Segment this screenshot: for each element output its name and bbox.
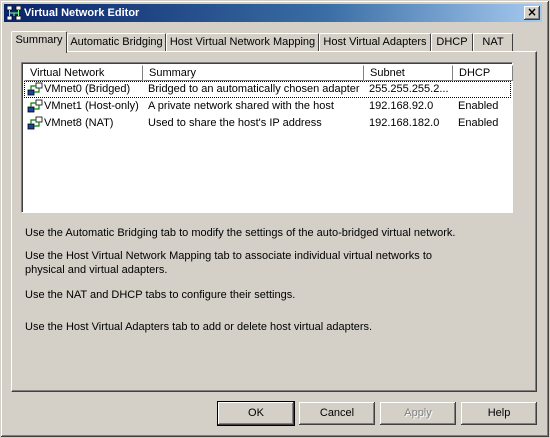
tab-label: Summary: [15, 34, 63, 46]
column-header-label: Subnet: [370, 67, 405, 79]
table-row[interactable]: VMnet8 (NAT) Used to share the host's IP…: [24, 115, 511, 132]
cell-dhcp: Enabled: [458, 117, 499, 129]
tab-label: DHCP: [436, 36, 468, 48]
cell-summary: Bridged to an automatically chosen adapt…: [148, 83, 360, 95]
tab-label: NAT: [482, 36, 504, 48]
table-row[interactable]: VMnet1 (Host-only) A private network sha…: [24, 98, 511, 115]
ok-button[interactable]: OK: [217, 401, 295, 426]
virtual-network-editor-window: Virtual Network Editor × Summary Automat…: [0, 0, 550, 438]
ok-button-label: OK: [248, 407, 264, 419]
tab-label: Automatic Bridging: [70, 36, 163, 48]
close-icon: ×: [526, 5, 538, 19]
apply-button[interactable]: Apply: [380, 402, 456, 425]
column-header-label: DHCP: [459, 67, 491, 79]
cell-virtual-network: VMnet0 (Bridged): [44, 83, 131, 95]
column-header-label: Summary: [149, 67, 197, 79]
cell-dhcp: Enabled: [458, 100, 499, 112]
cell-subnet: 192.168.92.0: [369, 100, 434, 112]
tab-dhcp[interactable]: DHCP: [431, 33, 473, 52]
cell-virtual-network: VMnet8 (NAT): [44, 117, 114, 129]
column-header-dhcp[interactable]: DHCP: [453, 65, 513, 81]
cell-subnet: 255.255.255.2...: [369, 83, 449, 95]
tab-label: Host Virtual Network Mapping: [169, 36, 316, 48]
tab-nat[interactable]: NAT: [473, 33, 513, 52]
cell-dhcp: [453, 81, 511, 98]
description-network-mapping-line2: physical and virtual adapters.: [25, 264, 168, 276]
description-nat-dhcp: Use the NAT and DHCP tabs to configure t…: [25, 289, 296, 301]
network-app-icon: [7, 6, 21, 20]
description-host-virtual-adapters: Use the Host Virtual Adapters tab to add…: [25, 321, 373, 333]
cell-subnet: 192.168.182.0: [369, 117, 440, 129]
column-header-virtual-network[interactable]: Virtual Network: [24, 65, 143, 81]
apply-button-label: Apply: [404, 407, 432, 419]
tab-automatic-bridging[interactable]: Automatic Bridging: [67, 33, 166, 52]
description-automatic-bridging: Use the Automatic Bridging tab to modify…: [25, 227, 456, 239]
close-button[interactable]: ×: [524, 6, 540, 20]
cell-virtual-network: VMnet1 (Host-only): [44, 100, 139, 112]
cancel-button-label: Cancel: [319, 407, 355, 419]
table-row[interactable]: VMnet0 (Bridged) Bridged to an automatic…: [24, 81, 511, 98]
column-header-summary[interactable]: Summary: [143, 65, 364, 81]
virtual-network-list[interactable]: Virtual Network Summary Subnet DHCP VMne…: [21, 62, 513, 213]
title-bar[interactable]: Virtual Network Editor ×: [4, 4, 542, 22]
cell-summary: Used to share the host's IP address: [148, 117, 322, 129]
help-button[interactable]: Help: [461, 402, 537, 425]
help-button-label: Help: [487, 407, 511, 419]
tab-host-virtual-network-mapping[interactable]: Host Virtual Network Mapping: [166, 33, 319, 52]
cell-summary: A private network shared with the host: [148, 100, 334, 112]
tab-host-virtual-adapters[interactable]: Host Virtual Adapters: [319, 33, 431, 52]
tab-label: Host Virtual Adapters: [323, 36, 427, 48]
window-title: Virtual Network Editor: [24, 7, 140, 19]
column-header-label: Virtual Network: [30, 67, 105, 79]
tab-summary[interactable]: Summary: [11, 31, 67, 53]
column-header-subnet[interactable]: Subnet: [364, 65, 453, 81]
cancel-button[interactable]: Cancel: [299, 402, 375, 425]
description-network-mapping-line1: Use the Host Virtual Network Mapping tab…: [25, 250, 432, 262]
